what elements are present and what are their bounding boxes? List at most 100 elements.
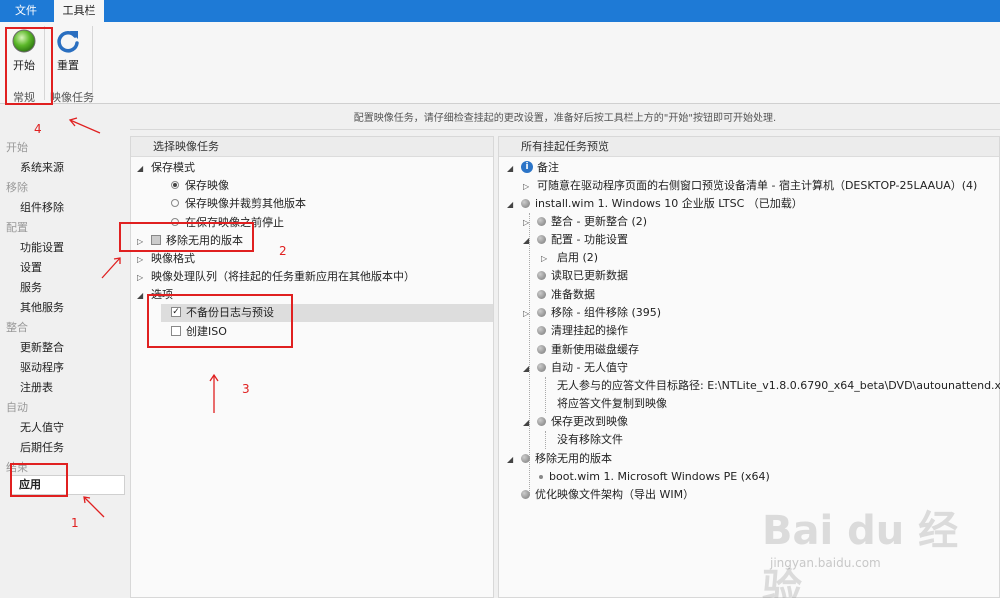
bullet-icon — [537, 344, 546, 354]
read-updates-label: 读取已更新数据 — [551, 269, 628, 282]
save-image-label: 保存映像 — [185, 179, 229, 192]
info-bar: 配置映像任务，请仔细检查挂起的更改设置，准备好后按工具栏上方的"开始"按钮即可开… — [130, 108, 1000, 130]
expand-arrow-icon[interactable]: ▷ — [523, 309, 529, 318]
prepare-data-label: 准备数据 — [551, 288, 595, 301]
save-mode-group: 保存模式 — [151, 161, 195, 174]
collapse-arrow-icon[interactable]: ◢ — [507, 164, 513, 173]
tree-no-removed-files: 没有移除文件 — [557, 433, 623, 446]
bullet-icon — [521, 489, 530, 499]
tree-save-changes: 保存更改到映像 — [537, 413, 628, 431]
image-tasks-panel-title: 选择映像任务 — [131, 137, 493, 157]
sidebar-item-unattended[interactable]: 无人值守 — [20, 419, 64, 435]
sidebar-item-source[interactable]: 系统来源 — [20, 159, 64, 175]
reuse-cache-label: 重新使用磁盘缓存 — [551, 343, 639, 356]
menu-tab-tools[interactable]: 工具栏 — [54, 0, 104, 22]
bullet-icon — [537, 234, 546, 244]
annotation-box-apply — [10, 463, 68, 497]
tree-cleanup: 清理挂起的操作 — [537, 322, 628, 340]
tree-note-item: 可随意在驱动程序页面的右侧窗口预览设备清单 - 宿主计算机（DESKTOP-25… — [537, 179, 978, 192]
bullet-icon — [537, 270, 546, 280]
cleanup-label: 清理挂起的操作 — [551, 324, 628, 337]
sidebar-category-remove: 移除 — [6, 181, 28, 194]
ribbon-toolbar: 开始 重置 常规 映像任务 — [0, 22, 1000, 104]
annotation-number-3: 3 — [242, 382, 250, 396]
collapse-arrow-icon[interactable]: ◢ — [507, 200, 513, 209]
tree-answer-path: 无人参与的应答文件目标路径: E:\NTLite_v1.8.0.6790_x64… — [557, 379, 1000, 392]
sidebar-item-settings[interactable]: 设置 — [20, 259, 42, 275]
expand-arrow-icon[interactable]: ▷ — [523, 182, 529, 191]
notes-label: 备注 — [537, 161, 559, 174]
expand-arrow-icon[interactable]: ▷ — [541, 254, 547, 263]
remove-unused-editions-label: 移除无用的版本 — [535, 452, 612, 465]
watermark-url: jingyan.baidu.com — [770, 556, 881, 570]
menu-tab-file[interactable]: 文件 — [0, 0, 52, 22]
auto-unattended-label: 自动 - 无人值守 — [551, 361, 628, 374]
collapse-arrow-icon[interactable]: ◢ — [137, 164, 143, 173]
sidebar-item-services[interactable]: 服务 — [20, 279, 42, 295]
reset-button-label: 重置 — [57, 59, 79, 72]
sidebar-item-post-tasks[interactable]: 后期任务 — [20, 439, 64, 455]
bullet-icon — [521, 453, 530, 463]
expand-arrow-icon[interactable]: ▷ — [137, 255, 143, 264]
sidebar-item-registry[interactable]: 注册表 — [20, 379, 53, 395]
tree-notes: i 备注 — [521, 159, 559, 177]
sidebar-category-config: 配置 — [6, 221, 28, 234]
install-wim-label: install.wim 1. Windows 10 企业版 LTSC （已加载） — [535, 197, 803, 210]
pending-tasks-panel-title: 所有挂起任务预览 — [499, 137, 999, 157]
save-changes-label: 保存更改到映像 — [551, 415, 628, 428]
watermark-brand: Bai du 经验 — [762, 508, 959, 598]
sidebar-item-feature-settings[interactable]: 功能设置 — [20, 239, 64, 255]
ribbon-group-image-tasks-label: 映像任务 — [50, 91, 94, 104]
collapse-arrow-icon[interactable]: ◢ — [507, 455, 513, 464]
annotation-number-1: 1 — [71, 516, 79, 530]
bullet-icon — [537, 289, 546, 299]
tree-install-wim: install.wim 1. Windows 10 企业版 LTSC （已加载） — [521, 195, 803, 213]
tree-optimize: 优化映像文件架构（导出 WIM） — [521, 486, 694, 504]
tree-read-updates: 读取已更新数据 — [537, 267, 628, 285]
integrate-label: 整合 - 更新整合 (2) — [551, 215, 648, 228]
save-image-radio[interactable]: 保存映像 — [171, 177, 229, 195]
reset-button[interactable]: 重置 — [50, 28, 86, 73]
collapse-arrow-icon[interactable]: ◢ — [523, 418, 529, 427]
collapse-arrow-icon[interactable]: ◢ — [137, 291, 143, 300]
save-trim-radio[interactable]: 保存映像并裁剪其他版本 — [171, 195, 306, 213]
tree-boot-wim: boot.wim 1. Microsoft Windows PE (x64) — [539, 468, 770, 486]
collapse-arrow-icon[interactable]: ◢ — [523, 236, 529, 245]
tree-prepare-data: 准备数据 — [537, 286, 595, 304]
save-trim-label: 保存映像并裁剪其他版本 — [185, 197, 306, 210]
tree-copy-answer: 将应答文件复制到映像 — [557, 397, 667, 410]
tree-remove-components: 移除 - 组件移除 (395) — [537, 304, 661, 322]
bullet-icon — [537, 325, 546, 335]
radio-selected-icon — [171, 181, 179, 189]
bullet-icon — [537, 216, 546, 226]
expand-arrow-icon[interactable]: ▷ — [137, 273, 143, 282]
sidebar-item-update-integrate[interactable]: 更新整合 — [20, 339, 64, 355]
annotation-number-4: 4 — [34, 122, 42, 136]
tree-auto-unattended: 自动 - 无人值守 — [537, 359, 628, 377]
tree-remove-unused-editions: 移除无用的版本 — [521, 450, 612, 468]
collapse-arrow-icon[interactable]: ◢ — [523, 364, 529, 373]
sidebar-item-drivers[interactable]: 驱动程序 — [20, 359, 64, 375]
bullet-icon — [537, 416, 546, 426]
bullet-icon — [537, 307, 546, 317]
sidebar-item-other-services[interactable]: 其他服务 — [20, 299, 64, 315]
tree-reuse-cache: 重新使用磁盘缓存 — [537, 341, 639, 359]
image-queue-group[interactable]: 映像处理队列（将挂起的任务重新应用在其他版本中） — [151, 268, 415, 286]
bullet-icon — [521, 198, 530, 208]
image-format-group[interactable]: 映像格式 — [151, 250, 195, 268]
tree-guide-line — [545, 431, 546, 449]
tree-guide-line — [545, 377, 546, 413]
optimize-label: 优化映像文件架构（导出 WIM） — [535, 488, 695, 501]
dot-icon — [539, 475, 543, 479]
tree-enable: 启用 (2) — [557, 251, 599, 264]
expand-arrow-icon[interactable]: ▷ — [523, 218, 529, 227]
tree-integrate: 整合 - 更新整合 (2) — [537, 213, 647, 231]
annotation-box-options — [147, 294, 293, 348]
image-tasks-panel: 选择映像任务 ◢ 保存模式 保存映像 保存映像并裁剪其他版本 在保存映像之前停止… — [130, 136, 494, 598]
annotation-box-start — [5, 27, 53, 105]
sidebar-item-component-remove[interactable]: 组件移除 — [20, 199, 64, 215]
config-label: 配置 - 功能设置 — [551, 233, 628, 246]
sidebar: 开始 系统来源 移除 组件移除 配置 功能设置 设置 服务 其他服务 整合 更新… — [0, 135, 130, 598]
tree-config: 配置 - 功能设置 — [537, 231, 628, 249]
radio-icon — [171, 199, 179, 207]
